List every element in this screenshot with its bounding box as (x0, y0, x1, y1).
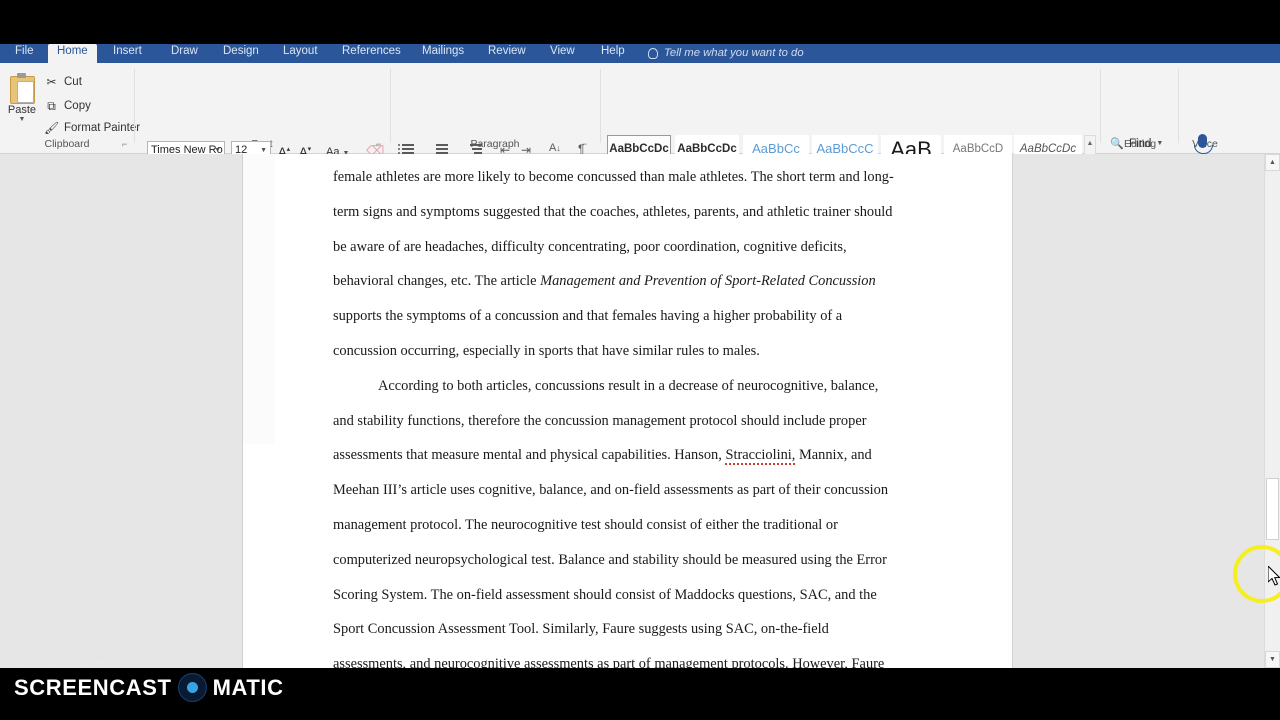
ribbon-group-font: Font ⌐ (136, 63, 388, 153)
doc-line: concussion occurring, especially in spor… (333, 342, 760, 359)
magnifier-icon: 🔍 (1110, 138, 1124, 150)
lightbulb-icon (648, 48, 658, 59)
scroll-up-icon[interactable]: ▲ (1265, 154, 1280, 171)
paste-button[interactable]: Paste ▼ (2, 69, 42, 141)
clipboard-group-label: Clipboard (44, 138, 90, 150)
watermark-recorded-with: RECORDED WITH (14, 660, 110, 671)
find-button[interactable]: 🔍 Find ▼ (1110, 137, 1163, 151)
mouse-pointer-icon (1268, 566, 1280, 586)
doc-line: Meehan III’s article uses cognitive, bal… (333, 482, 889, 499)
watermark-brand-right: MATIC (212, 674, 284, 700)
misspelled-word[interactable]: Stracciolini, (725, 447, 796, 466)
find-caret[interactable]: ▼ (1156, 140, 1163, 147)
doc-line-with-title: behavioral changes, etc. The article Man… (333, 264, 933, 299)
cut-button[interactable]: ✂ Cut (44, 75, 82, 89)
doc-line: assessments, and neurocognitive assessme… (333, 656, 885, 668)
styles-scroll-up-icon[interactable]: ▲ (1085, 136, 1095, 151)
copy-icon: ⧉ (47, 99, 56, 113)
letterbox-top (0, 0, 1280, 44)
screencast-logo-icon (177, 673, 207, 702)
format-painter-label: Format Painter (64, 122, 141, 134)
paste-label: Paste (7, 104, 37, 116)
tab-insert[interactable]: Insert (104, 44, 151, 63)
ribbon-group-paragraph: Paragraph ⌐ (392, 63, 598, 153)
screencast-watermark: RECORDED WITH SCREENCAST MATIC (14, 660, 284, 702)
paste-icon (9, 73, 35, 104)
format-painter-button[interactable]: 🖌 Format Painter (44, 121, 140, 135)
tab-layout[interactable]: Layout (274, 44, 327, 63)
doc-line: Scoring System. The on-field assessment … (333, 586, 877, 603)
doc-line-tail: Mannix, and (795, 447, 872, 464)
paste-dropdown-caret[interactable]: ▼ (2, 116, 42, 124)
doc-line: and stability functions, therefore the c… (333, 412, 867, 429)
doc-line: be aware of are headaches, difficulty co… (333, 238, 847, 255)
article-title-italic: Management and Prevention of Sport-Relat… (540, 273, 876, 290)
tab-file[interactable]: File (6, 44, 43, 63)
ribbon: Paste ▼ ✂ Cut ⧉ Copy 🖌 Format Painter Cl… (0, 63, 1280, 210)
tab-mailings[interactable]: Mailings (413, 44, 473, 63)
document-body[interactable]: female athletes are more likely to becom… (333, 160, 933, 668)
page-margin-shade (243, 154, 275, 444)
tab-design[interactable]: Design (214, 44, 268, 63)
find-label: Find (1129, 137, 1152, 150)
screen-recording-frame: Share File Home Insert Draw Design Layou… (0, 0, 1280, 720)
doc-line: term signs and symptoms suggested that t… (333, 203, 893, 220)
tell-me-search[interactable]: Tell me what you want to do (648, 44, 804, 63)
scroll-down-icon[interactable]: ▼ (1265, 651, 1280, 668)
scissors-icon: ✂ (46, 75, 57, 89)
ribbon-tab-strip: File Home Insert Draw Design Layout Refe… (0, 44, 1280, 63)
doc-line-with-misspelling: assessments that measure mental and phys… (333, 438, 933, 473)
tab-view[interactable]: View (541, 44, 584, 63)
sort-button[interactable]: A↓ (549, 142, 561, 154)
word-application-window: Share File Home Insert Draw Design Layou… (0, 0, 1280, 668)
tab-review[interactable]: Review (479, 44, 535, 63)
tell-me-label: Tell me what you want to do (664, 47, 804, 59)
cut-label: Cut (64, 76, 82, 88)
doc-line-text: assessments that measure mental and phys… (333, 447, 726, 464)
ribbon-group-clipboard: Paste ▼ ✂ Cut ⧉ Copy 🖌 Format Painter Cl… (0, 63, 140, 153)
doc-line: supports the symptoms of a concussion an… (333, 308, 843, 325)
tab-home[interactable]: Home (48, 44, 97, 63)
scrollbar-thumb[interactable] (1266, 478, 1279, 540)
tab-references[interactable]: References (333, 44, 410, 63)
doc-line: female athletes are more likely to becom… (333, 169, 894, 185)
doc-line-text: behavioral changes, etc. The article (333, 273, 541, 290)
document-canvas: female athletes are more likely to becom… (0, 154, 1264, 668)
tab-help[interactable]: Help (592, 44, 634, 63)
watermark-brand-left: SCREENCAST (14, 674, 172, 700)
tab-draw[interactable]: Draw (162, 44, 207, 63)
document-page[interactable]: female athletes are more likely to becom… (243, 154, 1012, 668)
copy-label: Copy (64, 100, 91, 112)
doc-line: According to both articles, concussions … (378, 377, 879, 394)
clipboard-dialog-launcher[interactable]: ⌐ (122, 140, 131, 149)
copy-button[interactable]: ⧉ Copy (44, 99, 91, 113)
paintbrush-icon: 🖌 (44, 121, 60, 135)
doc-line: management protocol. The neurocognitive … (333, 516, 838, 533)
doc-line: computerized neuropsychological test. Ba… (333, 551, 887, 568)
doc-line: Sport Concussion Assessment Tool. Simila… (333, 621, 829, 638)
